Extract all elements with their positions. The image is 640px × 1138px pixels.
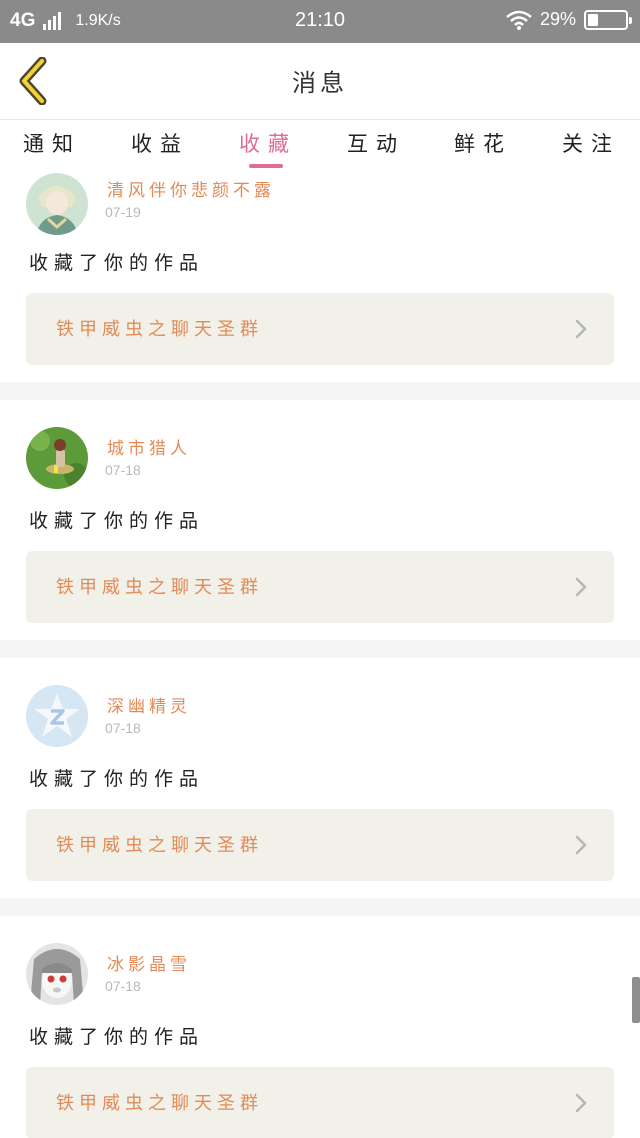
action-text: 收藏了你的作品 <box>29 768 205 790</box>
status-right: 29% <box>506 9 632 30</box>
chevron-right-icon <box>575 835 587 855</box>
battery-icon <box>584 9 632 30</box>
tab-favorites[interactable]: 收藏 <box>228 128 308 158</box>
divider <box>0 898 640 916</box>
scrollbar[interactable] <box>632 977 640 1023</box>
list-item: 深幽精灵 07-18 收藏了你的作品 铁甲威虫之聊天圣群 <box>0 658 640 898</box>
anime-girl-avatar-icon <box>26 943 88 1005</box>
divider <box>0 382 640 400</box>
tab-flowers[interactable]: 鲜花 <box>443 128 523 158</box>
work-link[interactable]: 铁甲威虫之聊天圣群 <box>26 1067 614 1138</box>
username[interactable]: 清风伴你悲颜不露 <box>107 176 275 201</box>
chevron-right-icon <box>575 319 587 339</box>
date: 07-18 <box>105 978 141 994</box>
battery-percent: 29% <box>539 9 576 29</box>
anime-boy-avatar-icon <box>26 173 88 235</box>
work-link[interactable]: 铁甲威虫之聊天圣群 <box>26 551 614 623</box>
tab-follows[interactable]: 关注 <box>551 128 631 158</box>
work-link[interactable]: 铁甲威虫之聊天圣群 <box>26 293 614 365</box>
work-title: 铁甲威虫之聊天圣群 <box>56 577 263 598</box>
wifi-icon <box>506 10 532 30</box>
game-character-avatar-icon <box>26 427 88 489</box>
tab-notifications[interactable]: 通知 <box>12 128 92 158</box>
avatar[interactable] <box>26 685 88 747</box>
tab-earnings[interactable]: 收益 <box>120 128 200 158</box>
action-text: 收藏了你的作品 <box>29 1026 205 1048</box>
username[interactable]: 城市猎人 <box>107 434 191 459</box>
list-item: 清风伴你悲颜不露 07-19 收藏了你的作品 铁甲威虫之聊天圣群 <box>0 170 640 382</box>
username[interactable]: 冰影晶雪 <box>107 950 191 975</box>
list-item: 城市猎人 07-18 收藏了你的作品 铁甲威虫之聊天圣群 <box>0 400 640 640</box>
action-text: 收藏了你的作品 <box>29 510 205 532</box>
avatar[interactable] <box>26 173 88 235</box>
date: 07-19 <box>105 204 141 220</box>
chevron-right-icon <box>575 577 587 597</box>
list-item: 冰影晶雪 07-18 收藏了你的作品 铁甲威虫之聊天圣群 <box>0 916 640 1138</box>
page-title: 消息 <box>292 69 348 97</box>
date: 07-18 <box>105 462 141 478</box>
work-link[interactable]: 铁甲威虫之聊天圣群 <box>26 809 614 881</box>
action-text: 收藏了你的作品 <box>29 252 205 274</box>
work-title: 铁甲威虫之聊天圣群 <box>56 319 263 340</box>
chevron-right-icon <box>575 1093 587 1113</box>
battery-fill <box>588 13 598 26</box>
work-title: 铁甲威虫之聊天圣群 <box>56 835 263 856</box>
status-bar: 4G 1.9K/s 21:10 29% <box>0 0 640 43</box>
avatar[interactable] <box>26 427 88 489</box>
username[interactable]: 深幽精灵 <box>107 692 191 717</box>
date: 07-18 <box>105 720 141 736</box>
tab-interactions[interactable]: 互动 <box>336 128 416 158</box>
work-title: 铁甲威虫之聊天圣群 <box>56 1093 263 1114</box>
divider <box>0 640 640 658</box>
active-tab-indicator <box>249 164 283 168</box>
default-qq-avatar-icon <box>26 685 88 747</box>
avatar[interactable] <box>26 943 88 1005</box>
nav-bar: 消息 <box>0 43 640 120</box>
tab-bar: 通知 收益 收藏 互动 鲜花 关注 <box>0 120 640 170</box>
